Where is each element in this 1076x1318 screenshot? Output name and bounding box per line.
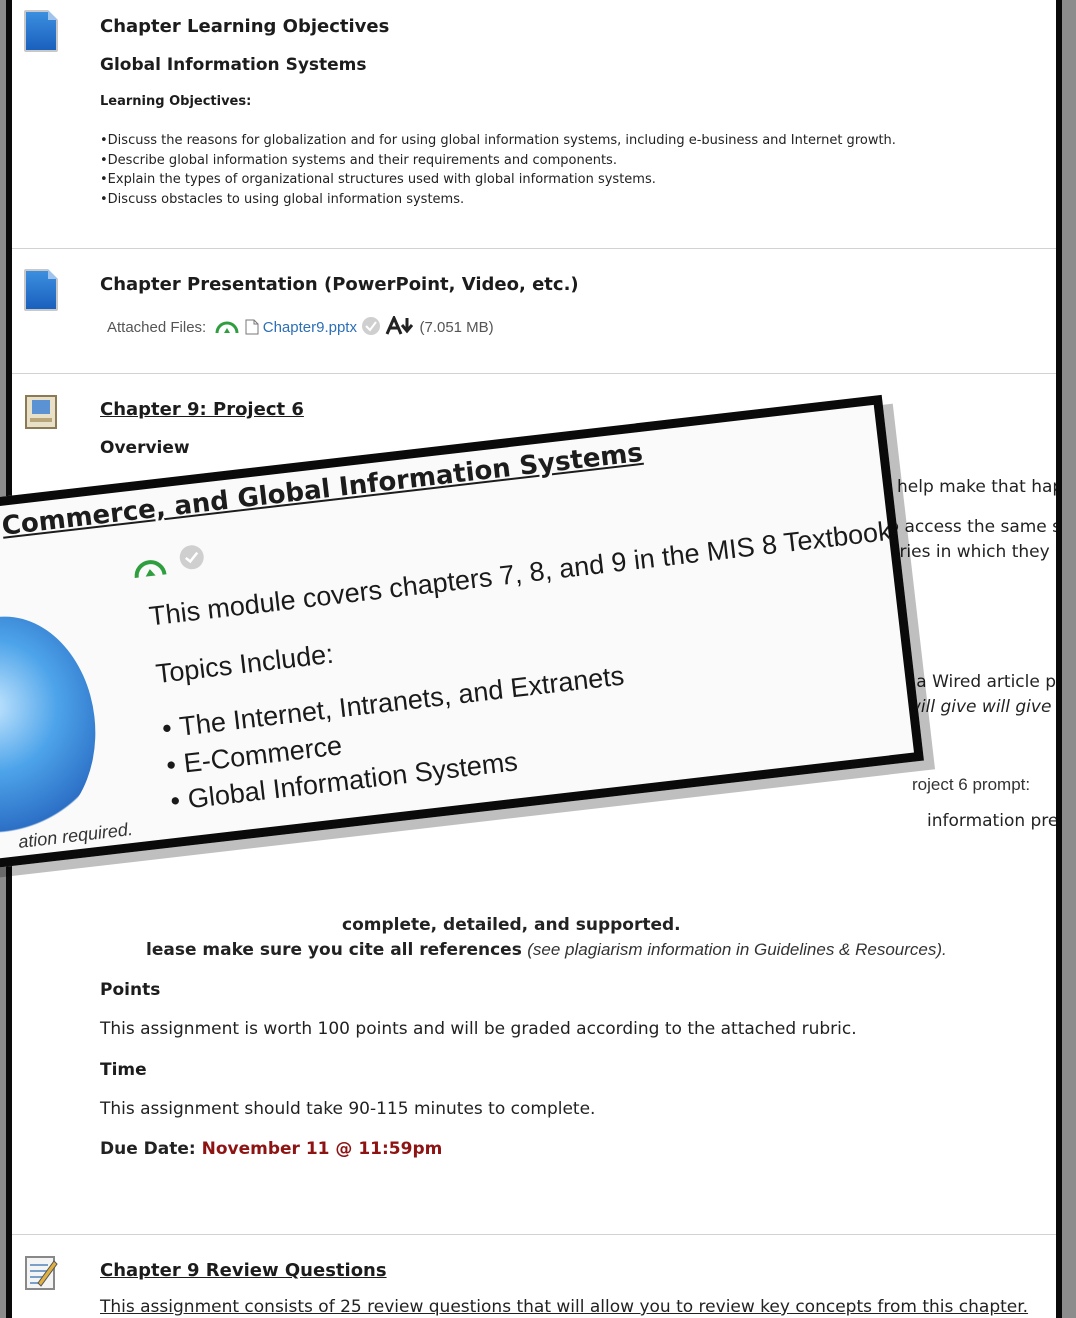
objective-item: •Explain the types of organizational str… — [100, 172, 656, 187]
citation-italic: (see plagiarism information in Guideline… — [527, 940, 947, 959]
objective-item: •Discuss the reasons for globalization a… — [100, 133, 896, 148]
download-icon[interactable] — [385, 314, 415, 336]
content-item-review: Chapter 9 Review Questions This assignme… — [12, 1235, 1056, 1318]
globe-image — [0, 607, 108, 846]
text-fragment: to access the same s — [882, 517, 1062, 537]
objective-item: •Discuss obstacles to using global infor… — [100, 191, 465, 207]
text-fragment: s a Wired article po — [902, 672, 1062, 692]
module-intro: This module covers chapters 7, 8, and 9 … — [147, 514, 901, 632]
due-date: Due Date: November 11 @ 11:59pm — [100, 1139, 442, 1159]
due-date-label: Due Date: — [100, 1139, 196, 1159]
requirement-text: complete, detailed, and supported. — [342, 915, 681, 935]
text-fragment: information pres — [927, 811, 1062, 831]
citation-bold: lease make sure you cite all references — [146, 940, 522, 960]
objectives-label: Learning Objectives: — [100, 94, 252, 109]
points-heading: Points — [100, 980, 161, 1000]
review-questions-icon — [25, 1256, 58, 1290]
objectives-list: •Discuss the reasons for globalization a… — [100, 131, 896, 209]
text-fragment: ns help make that hap — [872, 477, 1062, 497]
objective-item: •Describe global information systems and… — [100, 152, 617, 168]
item-title-link[interactable]: Chapter 9 Review Questions — [100, 1260, 387, 1281]
text-fragment: will give will give y — [907, 697, 1062, 717]
check-icon[interactable] — [361, 316, 381, 336]
document-icon — [24, 269, 58, 311]
review-text: This assignment consists of 25 review qu… — [100, 1297, 1029, 1317]
content-item-objectives: Chapter Learning Objectives Global Infor… — [12, 0, 1056, 249]
status-icon — [215, 321, 239, 334]
attached-files-label: Attached Files: — [107, 319, 207, 336]
time-heading: Time — [100, 1060, 147, 1080]
item-subtitle: Global Information Systems — [100, 55, 367, 75]
file-size: (7.051 MB) — [419, 319, 494, 336]
item-title[interactable]: Chapter Learning Objectives — [100, 16, 389, 37]
text-fragment: ntries in which they — [882, 542, 1050, 562]
content-item-presentation: Chapter Presentation (PowerPoint, Video,… — [12, 249, 1056, 374]
attached-files: Attached Files: Chapter9.pptx (7.051 MB) — [107, 314, 494, 336]
project-icon — [25, 395, 57, 429]
status-icon — [134, 560, 167, 578]
attachment-link[interactable]: Chapter9.pptx — [263, 319, 357, 336]
topics-heading: Topics Include: — [154, 638, 336, 690]
item-title[interactable]: Chapter Presentation (PowerPoint, Video,… — [100, 274, 579, 295]
item-title-link[interactable]: Chapter 9: Project 6 — [100, 399, 304, 420]
document-icon — [24, 10, 58, 52]
citation-note: lease make sure you cite all references … — [146, 940, 947, 960]
time-text: This assignment should take 90-115 minut… — [100, 1099, 596, 1119]
overview-heading: Overview — [100, 438, 190, 458]
check-icon[interactable] — [177, 543, 206, 572]
text-fragment: roject 6 prompt: — [912, 775, 1031, 794]
points-text: This assignment is worth 100 points and … — [100, 1019, 857, 1039]
due-date-value: November 11 @ 11:59pm — [201, 1139, 443, 1159]
file-icon — [245, 319, 259, 335]
